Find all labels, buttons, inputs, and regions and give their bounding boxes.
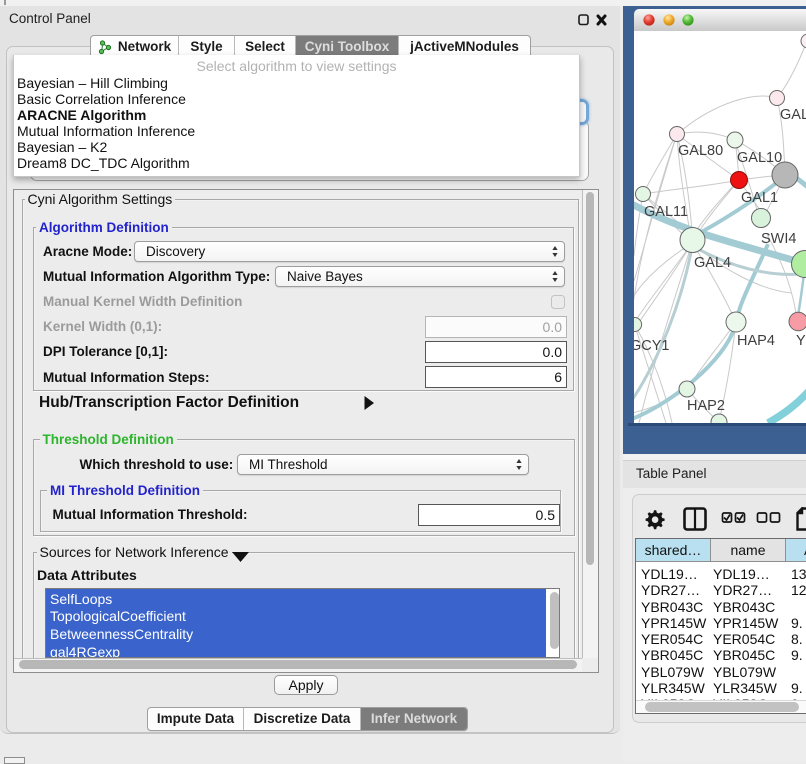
- svg-text:GAL80: GAL80: [678, 143, 723, 159]
- svg-text:GAL10: GAL10: [737, 150, 782, 166]
- svg-text:GAL4: GAL4: [694, 255, 731, 271]
- svg-text:HAP2: HAP2: [687, 398, 725, 414]
- svg-text:GAL1: GAL1: [741, 190, 778, 206]
- svg-text:GAL2: GAL2: [780, 107, 806, 123]
- svg-text:GAL11: GAL11: [644, 204, 688, 220]
- svg-text:Y: Y: [796, 333, 806, 349]
- svg-text:HAP4: HAP4: [737, 333, 775, 349]
- svg-text:SWI4: SWI4: [761, 231, 796, 247]
- svg-text:GCY1: GCY1: [634, 338, 670, 354]
